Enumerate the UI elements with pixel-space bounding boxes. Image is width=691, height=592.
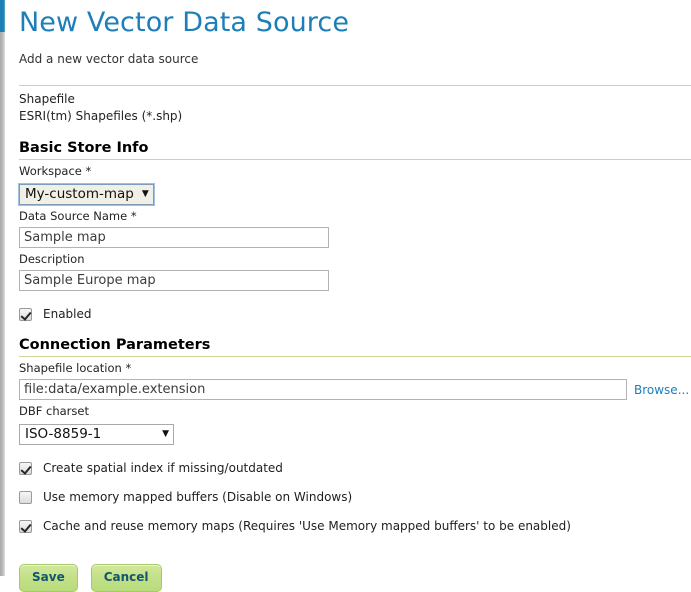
chevron-down-icon: ▼ bbox=[162, 429, 169, 439]
dbf-charset-label: DBF charset bbox=[19, 404, 89, 418]
option-row-cache-memory-maps[interactable]: Cache and reuse memory maps (Requires 'U… bbox=[19, 519, 691, 534]
store-type-description: ESRI(tm) Shapefiles (*.shp) bbox=[19, 109, 183, 123]
spatial-index-checkbox[interactable] bbox=[19, 462, 32, 475]
enabled-label: Enabled bbox=[43, 307, 92, 321]
description-input[interactable] bbox=[19, 270, 329, 291]
divider-top bbox=[19, 85, 691, 86]
data-source-name-input[interactable] bbox=[19, 227, 329, 248]
enabled-checkbox-row[interactable]: Enabled bbox=[19, 307, 691, 322]
section-title-connection-parameters: Connection Parameters bbox=[19, 337, 211, 353]
dbf-charset-selected-value: ISO-8859-1 bbox=[25, 426, 102, 442]
cache-memory-maps-label: Cache and reuse memory maps (Requires 'U… bbox=[43, 519, 571, 533]
divider-connection-parameters bbox=[19, 356, 691, 357]
cache-memory-maps-checkbox[interactable] bbox=[19, 520, 32, 533]
chevron-down-icon: ▼ bbox=[141, 189, 149, 199]
shapefile-location-input[interactable] bbox=[19, 379, 627, 400]
store-type-name: Shapefile bbox=[19, 92, 75, 106]
spatial-index-label: Create spatial index if missing/outdated bbox=[43, 461, 283, 475]
save-button[interactable]: Save bbox=[19, 564, 78, 592]
description-label: Description bbox=[19, 252, 85, 266]
workspace-label: Workspace * bbox=[19, 164, 92, 178]
cancel-button[interactable]: Cancel bbox=[90, 564, 162, 592]
browse-link[interactable]: Browse... bbox=[634, 383, 689, 397]
data-source-name-label: Data Source Name * bbox=[19, 209, 137, 223]
shapefile-location-row: Browse... bbox=[19, 376, 691, 400]
workspace-selected-value: My-custom-map bbox=[25, 186, 134, 202]
section-title-basic-store-info: Basic Store Info bbox=[19, 140, 149, 156]
dbf-charset-select[interactable]: ISO-8859-1 ▼ bbox=[19, 424, 174, 445]
page-title: New Vector Data Source bbox=[19, 7, 350, 38]
page-subtitle: Add a new vector data source bbox=[19, 52, 199, 66]
shapefile-location-label: Shapefile location * bbox=[19, 361, 132, 375]
option-row-spatial-index[interactable]: Create spatial index if missing/outdated bbox=[19, 461, 691, 476]
option-row-memory-mapped-buffers[interactable]: Use memory mapped buffers (Disable on Wi… bbox=[19, 490, 691, 505]
divider-basic-store-info bbox=[19, 159, 691, 160]
memory-mapped-buffers-label: Use memory mapped buffers (Disable on Wi… bbox=[43, 490, 353, 504]
form-actions: Save Cancel bbox=[19, 564, 691, 592]
enabled-checkbox[interactable] bbox=[19, 308, 32, 321]
workspace-select[interactable]: My-custom-map ▼ bbox=[18, 183, 155, 206]
form-page: New Vector Data Source Add a new vector … bbox=[5, 0, 691, 592]
memory-mapped-buffers-checkbox[interactable] bbox=[19, 491, 32, 504]
